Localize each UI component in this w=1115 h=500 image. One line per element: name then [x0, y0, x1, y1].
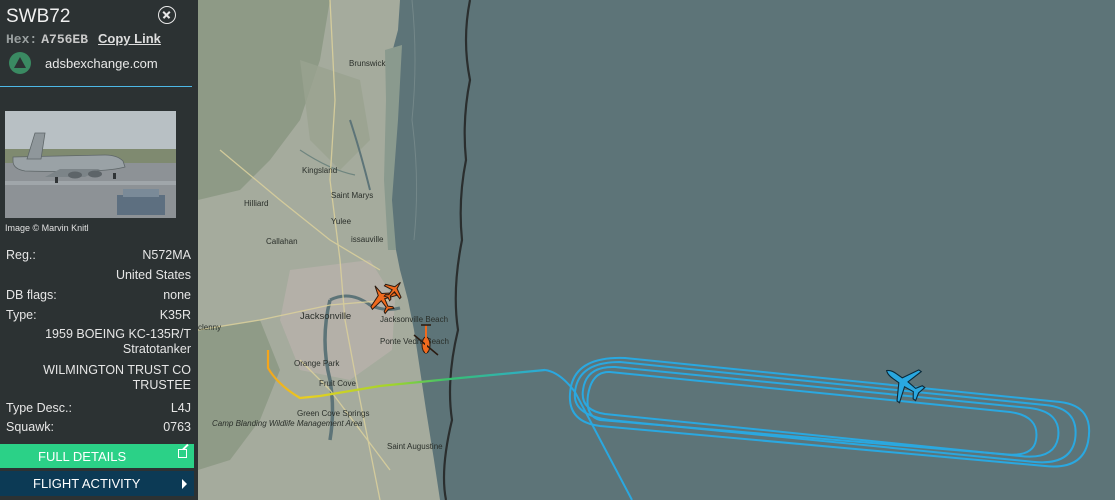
- db-flags-value: none: [163, 288, 191, 302]
- type-desc-label: Type Desc.:: [6, 401, 72, 415]
- place-label: Ponte Vedra Beach: [380, 337, 449, 346]
- type-desc-value: L4J: [170, 401, 191, 415]
- place-label: Kingsland: [302, 166, 337, 175]
- place-label: clenny: [198, 323, 221, 332]
- hex-label: Hex:: [6, 32, 38, 47]
- registration-value[interactable]: N572MA: [142, 248, 191, 262]
- registration-label: Reg.:: [6, 248, 36, 262]
- owner: WILMINGTON TRUST CO TRUSTEE: [11, 363, 191, 393]
- place-label: Fruit Cove: [319, 379, 356, 388]
- place-label: Brunswick: [349, 59, 386, 68]
- country-value: United States: [115, 268, 191, 282]
- image-credit: Image © Marvin Knitl: [5, 223, 89, 233]
- external-link-icon: [178, 449, 187, 458]
- place-label: Camp Blanding Wildlife Management Area: [212, 419, 363, 428]
- chevron-right-icon: [182, 479, 187, 489]
- owner-line: WILMINGTON TRUST CO: [43, 363, 191, 377]
- place-label: Jacksonville: [300, 311, 351, 322]
- data-source[interactable]: adsbexchange.com: [9, 52, 158, 74]
- place-label: Jacksonville Beach: [380, 315, 448, 324]
- type-label: Type:: [6, 308, 37, 322]
- squawk-label: Squawk:: [6, 420, 54, 434]
- place-label: Green Cove Springs: [297, 409, 369, 418]
- hex-row: Hex: A756EB Copy Link: [6, 31, 161, 47]
- place-label: Callahan: [266, 237, 298, 246]
- flight-activity-label: FLIGHT ACTIVITY: [33, 476, 141, 491]
- hex-value: A756EB: [41, 32, 89, 47]
- place-label: Hilliard: [244, 199, 268, 208]
- full-details-label: FULL DETAILS: [38, 449, 127, 464]
- type-value: K35R: [159, 308, 191, 322]
- divider: [0, 86, 192, 87]
- place-label: issauville: [351, 235, 384, 244]
- full-details-button[interactable]: FULL DETAILS: [0, 444, 194, 468]
- squawk-value: 0763: [163, 420, 191, 434]
- aircraft-description-line: 1959 BOEING KC-135R/T: [45, 327, 191, 341]
- close-icon[interactable]: [158, 6, 176, 24]
- owner-line: TRUSTEE: [132, 378, 191, 392]
- aircraft-description: 1959 BOEING KC-135R/T Stratotanker: [11, 327, 191, 357]
- place-label: Saint Augustine: [387, 442, 443, 451]
- place-label: Yulee: [331, 217, 352, 226]
- callsign-title: SWB72: [6, 6, 71, 27]
- aircraft-description-line: Stratotanker: [122, 342, 191, 356]
- aircraft-photo[interactable]: [5, 111, 176, 218]
- place-label: Orange Park: [294, 359, 340, 368]
- place-label: Saint Marys: [331, 191, 373, 200]
- copy-link[interactable]: Copy Link: [98, 31, 161, 46]
- db-flags-label: DB flags:: [6, 288, 57, 302]
- adsbexchange-logo-icon: [9, 52, 31, 74]
- aircraft-info-panel: SWB72 Hex: A756EB Copy Link adsbexchange.c…: [0, 0, 198, 500]
- data-source-label: adsbexchange.com: [45, 55, 158, 71]
- flight-activity-button[interactable]: FLIGHT ACTIVITY: [0, 471, 194, 496]
